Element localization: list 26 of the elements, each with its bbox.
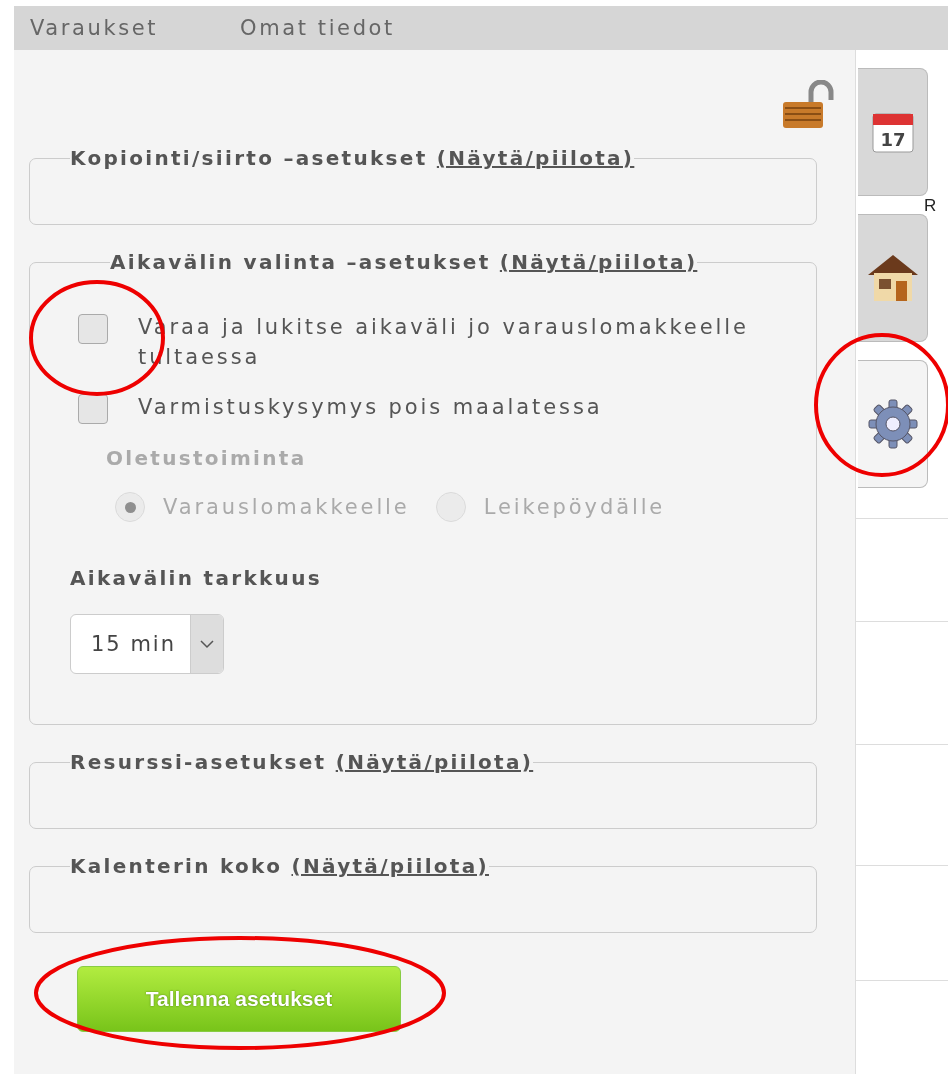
side-tab[interactable] [858,214,928,342]
calendar-icon: 17 [870,110,915,154]
toggle-link[interactable]: (Näytä/piilota) [335,750,534,774]
chevron-down-icon [200,639,214,649]
section-title: Kalenterin koko [70,854,283,878]
group-label: Oletustoiminta [106,446,307,470]
checkbox[interactable] [78,394,108,424]
nav-link[interactable]: Omat tiedot [240,16,395,40]
checkbox[interactable] [78,314,108,344]
section-title: Resurssi-asetukset [70,750,327,774]
side-tab[interactable]: 17 [858,68,928,196]
unlocked-padlock-icon[interactable] [781,80,837,130]
precision-select[interactable]: 15 min [70,614,224,674]
truncated-text: R [924,196,937,216]
section-title: Aikavälin valinta –asetukset [110,250,491,274]
toggle-link[interactable]: (Näytä/piilota) [499,250,698,274]
toggle-link[interactable]: (Näytä/piilota) [436,146,635,170]
toggle-link[interactable]: (Näytä/piilota) [291,854,489,878]
section-title: Kopiointi/siirto –asetukset [70,146,428,170]
side-tab[interactable] [858,360,928,488]
settings-icon [866,398,919,450]
field-label: Aikavälin tarkkuus [70,566,322,590]
nav-link[interactable]: Varaukset [30,16,159,40]
checkbox-label: Varmistuskysymys pois maalatessa [138,394,603,421]
radio-label: Leikepöydälle [483,495,666,519]
radio-label: Varauslomakkeelle [163,495,410,519]
